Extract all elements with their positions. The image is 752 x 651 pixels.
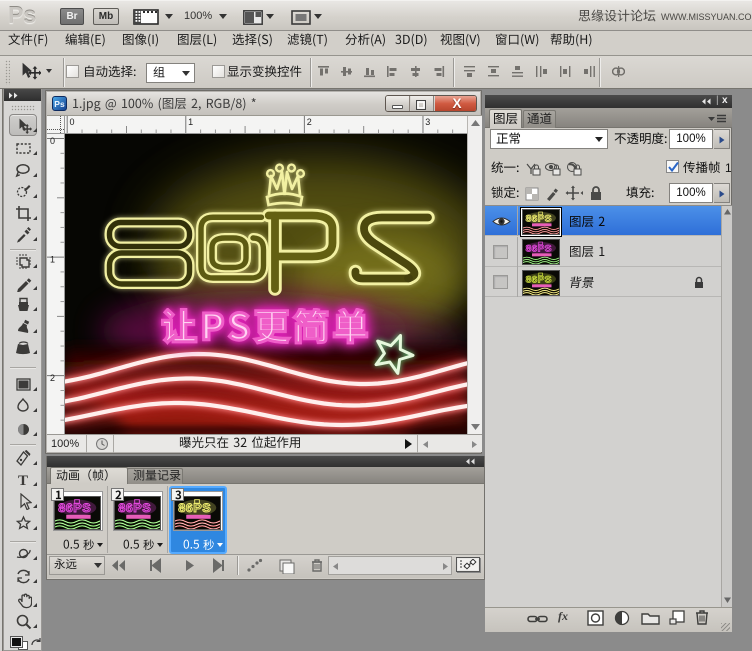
svg-text:2: 2 [50,373,55,383]
svg-text:1: 1 [50,255,55,265]
svg-text:86PS: 86PS [526,244,552,254]
svg-text:3: 3 [425,117,430,127]
svg-text:86PS: 86PS [526,213,552,223]
svg-text:T: T [18,473,28,488]
svg-text:0: 0 [50,136,55,146]
svg-text:1: 1 [188,117,193,127]
svg-text:0: 0 [70,117,75,127]
svg-text:2: 2 [307,117,312,127]
svg-text:86PS: 86PS [526,274,552,284]
